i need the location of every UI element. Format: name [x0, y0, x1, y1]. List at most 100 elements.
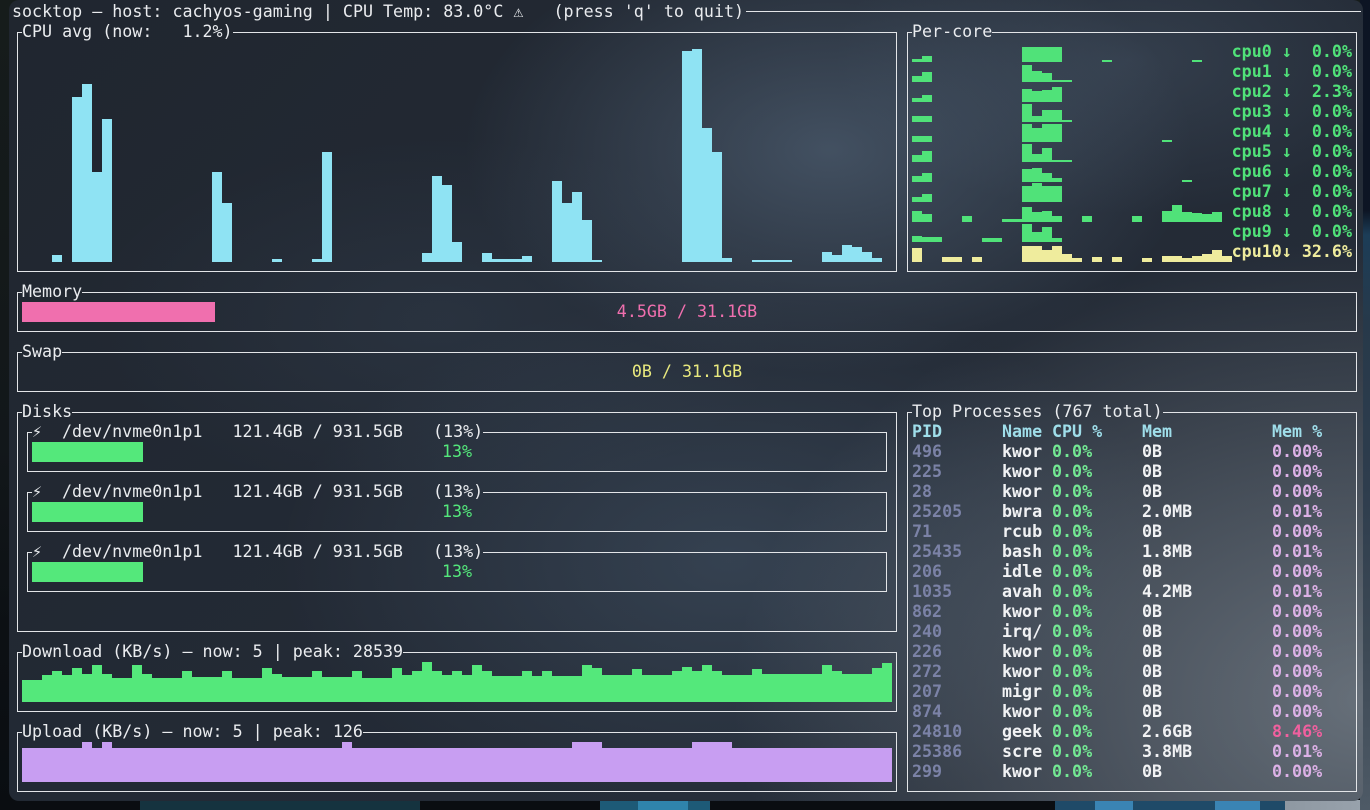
history-bar — [812, 674, 822, 702]
history-bar — [1042, 227, 1052, 242]
history-bar — [122, 678, 132, 702]
core-label: cpu0 ↓ 0.0% — [1232, 42, 1352, 62]
core-label: cpu8 ↓ 0.0% — [1232, 202, 1352, 222]
history-bar — [1032, 91, 1042, 102]
history-bar — [242, 678, 252, 702]
cpu-history-chart — [22, 42, 892, 262]
history-bar — [402, 675, 412, 702]
disk-usage-gauge: 13% — [32, 442, 882, 462]
history-bar — [842, 748, 852, 782]
history-bar — [722, 258, 732, 262]
process-name: rcub — [1002, 522, 1042, 542]
history-bar — [712, 152, 722, 262]
history-bar — [482, 748, 492, 782]
history-bar — [572, 676, 582, 702]
process-cpu-percent: 0.0% — [1052, 622, 1092, 642]
history-bar — [752, 748, 762, 782]
panel-border — [233, 32, 897, 33]
history-bar — [842, 674, 852, 702]
history-bar — [392, 668, 402, 702]
history-bar — [762, 260, 772, 262]
process-pid: 299 — [912, 762, 942, 782]
history-bar — [452, 242, 462, 262]
history-bar — [532, 748, 542, 782]
process-pid: 25435 — [912, 542, 962, 562]
history-bar — [242, 748, 252, 782]
core-usage-sparkline — [912, 222, 1232, 242]
history-bar — [582, 220, 592, 262]
history-bar — [1162, 211, 1172, 222]
per-core-panel: Per-core cpu0 ↓ 0.0%cpu1 ↓ 0.0%cpu2 ↓ 2.… — [907, 32, 1357, 272]
history-bar — [382, 748, 392, 782]
process-mem-percent: 0.01% — [1272, 582, 1322, 602]
history-bar — [282, 748, 292, 782]
history-bar — [1022, 65, 1032, 82]
history-bar — [222, 748, 232, 782]
panel-border — [17, 391, 1357, 392]
process-cpu-percent: 0.0% — [1052, 462, 1092, 482]
history-bar — [322, 748, 332, 782]
history-bar — [682, 667, 692, 702]
history-bar — [1052, 87, 1062, 102]
process-mem-percent: 8.46% — [1272, 722, 1322, 742]
process-pid: 206 — [912, 562, 942, 582]
process-row: 225kwor0.0%0B0.00% — [907, 462, 1357, 482]
history-bar — [1092, 257, 1102, 262]
core-usage-sparkline — [912, 102, 1232, 122]
history-bar — [872, 668, 882, 702]
core-row-cpu5: cpu5 ↓ 0.0% — [907, 142, 1357, 162]
history-bar — [912, 155, 922, 162]
process-cpu-percent: 0.0% — [1052, 482, 1092, 502]
process-row: 862kwor0.0%0B0.00% — [907, 602, 1357, 622]
history-bar — [572, 742, 582, 782]
history-bar — [102, 674, 112, 702]
history-bar — [412, 671, 422, 702]
disk-box: ⚡/dev/nvme0n1p1 121.4GB / 931.5GB (13%)1… — [27, 492, 887, 532]
disk-box: ⚡/dev/nvme0n1p1 121.4GB / 931.5GB (13%)1… — [27, 552, 887, 592]
history-bar — [332, 677, 342, 702]
history-bar — [1022, 124, 1032, 142]
titlebar-rule — [746, 11, 1361, 12]
process-mem-percent: 0.00% — [1272, 602, 1322, 622]
disk-box-title-text: /dev/nvme0n1p1 121.4GB / 931.5GB (13%) — [62, 482, 483, 501]
panel-border — [907, 412, 908, 792]
history-bar — [702, 128, 712, 262]
process-row: 25386scre0.0%3.8MB0.01% — [907, 742, 1357, 762]
process-table-header: PIDNameCPU %MemMem % — [907, 422, 1357, 442]
core-usage-sparkline — [912, 82, 1232, 102]
history-bar — [1042, 47, 1052, 62]
panel-border — [17, 32, 22, 33]
panel-border — [17, 412, 18, 632]
process-pid: 240 — [912, 622, 942, 642]
history-bar — [632, 748, 642, 782]
process-name: bwra — [1002, 502, 1042, 522]
cpu-avg-panel: CPU avg (now: 1.2%) — [17, 32, 897, 272]
top-processes-panel-title: Top Processes (767 total) — [912, 402, 1163, 422]
history-bar — [1192, 256, 1202, 262]
panel-border — [17, 292, 18, 332]
history-bar — [1052, 110, 1062, 122]
panel-border — [1163, 412, 1357, 413]
history-bar — [642, 748, 652, 782]
process-row: 206idle0.0%0B0.00% — [907, 562, 1357, 582]
history-bar — [782, 674, 792, 702]
history-bar — [362, 678, 372, 702]
process-cpu-percent: 0.0% — [1052, 502, 1092, 522]
process-row: 25205bwra0.0%2.0MB0.01% — [907, 502, 1357, 522]
history-bar — [412, 748, 422, 782]
history-bar — [1032, 71, 1042, 82]
history-bar — [712, 671, 722, 702]
history-bar — [172, 678, 182, 702]
process-mem: 0B — [1142, 562, 1162, 582]
history-bar — [402, 748, 412, 782]
lightning-bolt-icon: ⚡ — [32, 542, 62, 562]
core-label: cpu10↓ 32.6% — [1232, 242, 1352, 262]
process-column-header: PID — [912, 422, 942, 442]
history-bar — [802, 748, 812, 782]
history-bar — [802, 674, 812, 702]
process-mem: 0B — [1142, 602, 1162, 622]
history-bar — [1112, 257, 1122, 262]
process-cpu-percent: 0.0% — [1052, 642, 1092, 662]
history-bar — [52, 255, 62, 262]
process-row: 240irq/0.0%0B0.00% — [907, 622, 1357, 642]
